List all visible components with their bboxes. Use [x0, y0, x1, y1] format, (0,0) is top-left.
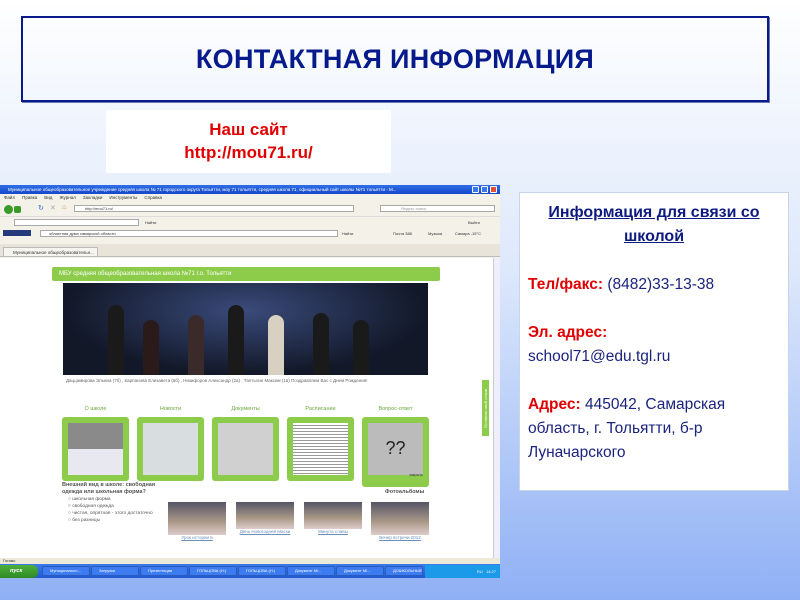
mail-toolbar: областная дума самарской области Найти П…: [0, 228, 500, 239]
menu-bar: Файл Правка Вид Журнал Закладки Инструменты Сп…: [0, 194, 500, 202]
album-link[interactable]: Урок истории в: [168, 535, 226, 541]
site-label: Наш сайт: [209, 120, 288, 139]
menu-bookmarks[interactable]: Закладки: [83, 195, 102, 200]
close-icon[interactable]: [490, 186, 497, 193]
poll-option[interactable]: ○ школьная форма: [62, 496, 162, 503]
clock: 14:27: [485, 569, 496, 574]
phone-value: (8482)33-13-38: [607, 276, 715, 293]
weather-link[interactable]: Самара -15°C: [455, 231, 481, 236]
search-input[interactable]: Яндекс поиск: [380, 205, 495, 212]
banner-photo: [63, 283, 428, 375]
menu-help[interactable]: Справка: [144, 195, 162, 200]
taskbar-item[interactable]: Муниципально...: [42, 566, 90, 576]
music-link[interactable]: Музыка: [428, 231, 442, 236]
yandex-toolbar: Найти Выйти: [0, 216, 500, 227]
start-button[interactable]: пуск: [0, 565, 38, 578]
phone-line: Тел/факс: (8482)33-13-38: [528, 273, 780, 297]
find-button[interactable]: Найти: [145, 220, 156, 225]
menu-history[interactable]: Журнал: [59, 195, 75, 200]
tile-about[interactable]: [62, 417, 129, 481]
contact-heading: Информация для связи со школой: [548, 204, 760, 245]
back-icon[interactable]: [4, 205, 13, 214]
contact-info-box: Информация для связи со школой Тел/факс:…: [519, 192, 789, 491]
album-thumb[interactable]: [236, 502, 294, 529]
poll-option[interactable]: ○ чистая, опрятная - этого достаточно: [62, 510, 162, 517]
window-title-bar: Муниципальное общеобразовательное учрежд…: [0, 185, 500, 194]
email-label: Эл. адрес:: [528, 324, 608, 341]
close-link[interactable]: закрыть: [409, 473, 423, 477]
school-header: МБУ средняя общеобразовательная школа №7…: [52, 267, 440, 281]
scrollbar[interactable]: [493, 258, 500, 558]
tile-documents[interactable]: [212, 417, 279, 481]
slide-title: КОНТАКТНАЯ ИНФОРМАЦИЯ: [195, 43, 595, 74]
album-thumb[interactable]: [371, 502, 429, 535]
menu-edit[interactable]: Правка: [22, 195, 37, 200]
maximize-icon[interactable]: [481, 186, 488, 193]
taskbar-item[interactable]: ГОЛЬЦОВА (H:): [189, 566, 237, 576]
system-tray: RU 14:27: [425, 565, 500, 578]
menu-view[interactable]: Вид: [44, 195, 52, 200]
albums-title: Фотоальбомы: [385, 489, 425, 495]
mail-find-button[interactable]: Найти: [342, 231, 353, 236]
category-news[interactable]: Новости: [137, 406, 204, 412]
site-url[interactable]: http://mou71.ru/: [106, 141, 391, 164]
taskbar-item[interactable]: Документ Mi...: [287, 566, 335, 576]
website-box: Наш сайт http://mou71.ru/: [106, 110, 391, 173]
poll: Внешний вид в школе: свободная одежда ил…: [62, 482, 162, 524]
yandex-input[interactable]: [14, 219, 139, 226]
taskbar-item[interactable]: ДОШКОЛЬНЫЕ...: [385, 566, 423, 576]
album-thumb[interactable]: [168, 502, 226, 535]
address-bar[interactable]: http://mou71.ru/: [74, 205, 354, 212]
poll-option[interactable]: ○ без разницы: [62, 517, 162, 524]
birthday-caption: Даццамирова Эльина (7б) , Карпанова Елиз…: [66, 378, 368, 383]
category-schedule[interactable]: Расписание: [287, 406, 354, 412]
mail-link[interactable]: Почта 388: [393, 231, 412, 236]
browser-screenshot: Муниципальное общеобразовательное учрежд…: [0, 185, 500, 578]
address-label: Адрес:: [528, 396, 581, 413]
poll-option[interactable]: ○ свободная одежда: [62, 503, 162, 510]
stop-icon[interactable]: ✕: [50, 204, 56, 212]
exit-button[interactable]: Выйти: [468, 220, 480, 225]
taskbar-item[interactable]: Загрузки: [91, 566, 139, 576]
title-box: КОНТАКТНАЯ ИНФОРМАЦИЯ: [21, 16, 769, 102]
email-value: school71@edu.tgl.ru: [528, 348, 671, 365]
phone-label: Тел/факс:: [528, 276, 603, 293]
browser-tab[interactable]: Муниципальное общеобразовательн...: [3, 247, 98, 257]
forward-icon[interactable]: [14, 206, 21, 213]
poll-question: Внешний вид в школе: свободная одежда ил…: [62, 482, 156, 495]
album-link[interactable]: Вечер встречи 2012: [371, 535, 429, 541]
taskbar-item[interactable]: Презентации: [140, 566, 188, 576]
address-line: Адрес: 445042, Самарская область, г. Тол…: [528, 393, 780, 465]
minimize-icon[interactable]: [472, 186, 479, 193]
album-link[interactable]: Минута славы: [304, 529, 362, 535]
taskbar-item[interactable]: ГОЛЬЦОВА (H:): [238, 566, 286, 576]
reload-icon[interactable]: ↻: [38, 204, 44, 212]
taskbar-item[interactable]: Документ Mi...: [336, 566, 384, 576]
menu-tools[interactable]: Инструменты: [109, 195, 137, 200]
feedback-side-tab[interactable]: Оставить свой отзыв: [482, 380, 489, 436]
language-indicator[interactable]: RU: [477, 569, 483, 574]
tile-schedule[interactable]: [287, 417, 354, 481]
home-icon[interactable]: ⌂: [62, 204, 66, 211]
category-documents[interactable]: Документы: [212, 406, 279, 412]
album-link[interactable]: День Новогодней Маски: [236, 529, 294, 535]
mailru-logo: [3, 230, 31, 236]
menu-file[interactable]: Файл: [4, 195, 15, 200]
category-faq[interactable]: Вопрос-ответ: [362, 406, 429, 412]
mail-search-input[interactable]: областная дума самарской области: [40, 230, 338, 237]
feedback-side-tab-label: Оставить свой отзыв: [483, 388, 488, 428]
category-about[interactable]: О школе: [62, 406, 129, 412]
tile-news[interactable]: [137, 417, 204, 481]
window-title: Муниципальное общеобразовательное учрежд…: [8, 187, 397, 192]
album-thumb[interactable]: [304, 502, 362, 529]
